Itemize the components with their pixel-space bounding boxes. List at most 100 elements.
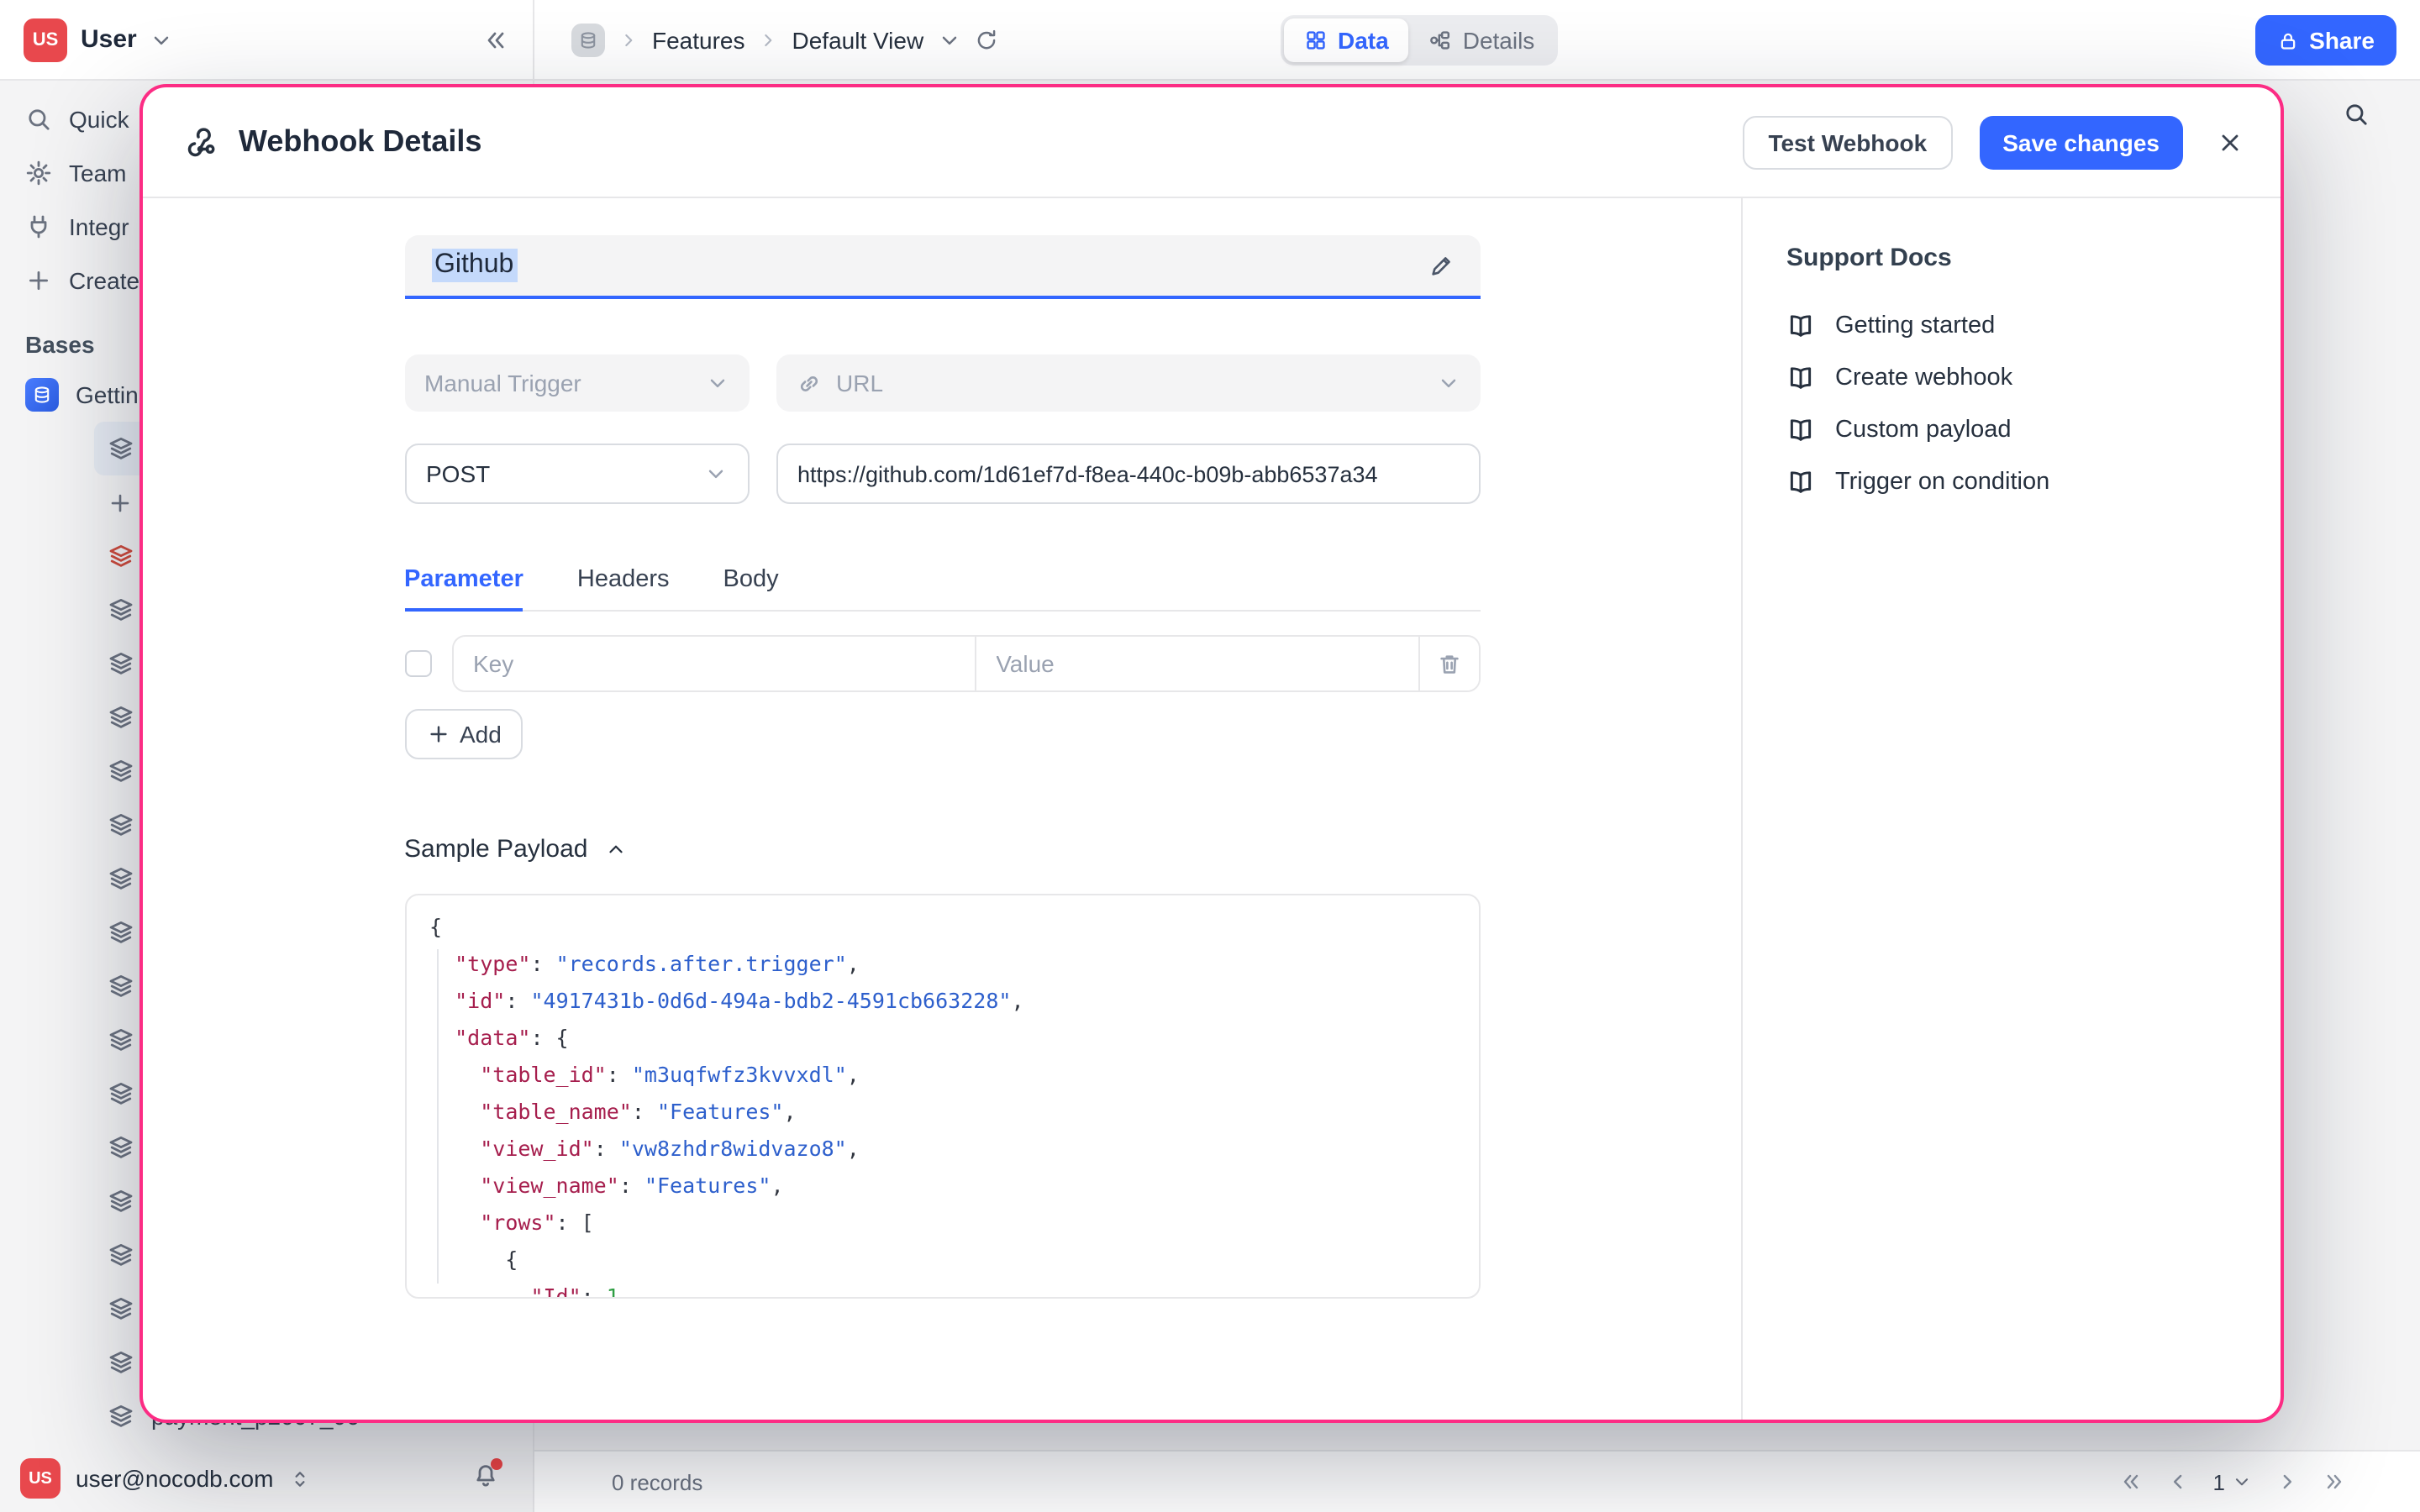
tab-parameter[interactable]: Parameter (404, 566, 523, 612)
url-type-select[interactable]: URL (776, 354, 1480, 412)
prev-page-icon[interactable] (2166, 1470, 2190, 1494)
chevron-right-icon (759, 29, 779, 50)
indent-guide (436, 949, 438, 1284)
tab-details[interactable]: Details (1409, 18, 1555, 62)
table-icon (108, 1349, 134, 1376)
payload-code: { "type": "records.after.trigger", "id":… (429, 909, 1478, 1299)
notifications-button[interactable] (472, 1461, 499, 1496)
tab-body[interactable]: Body (723, 566, 779, 612)
table-icon (108, 973, 134, 1000)
add-label: Add (460, 721, 502, 748)
close-modal-button[interactable] (2217, 129, 2244, 155)
chevron-right-icon (618, 29, 639, 50)
delete-row-button[interactable] (1418, 637, 1478, 690)
page-number: 1 (2213, 1469, 2225, 1494)
book-icon (1786, 415, 1815, 444)
chevron-up-icon (604, 838, 626, 860)
breadcrumb-view[interactable]: Default View (792, 26, 924, 53)
table-icon (108, 758, 134, 785)
chevron-down-icon (705, 371, 729, 395)
modal-title: Webhook Details (239, 124, 481, 160)
plug-icon (25, 213, 52, 240)
webhook-form: Github Manual Trigger URL (143, 198, 1741, 1420)
tab-data[interactable]: Data (1284, 18, 1409, 62)
sample-payload-label: Sample Payload (404, 835, 587, 864)
plus-icon (426, 722, 450, 746)
support-link-label: Custom payload (1835, 416, 2012, 443)
workspace-name: User (81, 25, 137, 54)
page-selector[interactable]: 1 (2213, 1469, 2252, 1494)
next-page-icon[interactable] (2275, 1470, 2299, 1494)
parameter-row (404, 635, 1480, 692)
notification-dot (491, 1457, 502, 1469)
support-docs-panel: Support Docs Getting startedCreate webho… (1741, 198, 2281, 1420)
database-icon (32, 385, 52, 405)
plus-icon (25, 267, 52, 294)
table-icon (108, 1242, 134, 1268)
first-page-icon[interactable] (2119, 1470, 2143, 1494)
gear-icon (25, 160, 52, 186)
search-icon (25, 106, 52, 133)
search-icon[interactable] (2343, 101, 2370, 128)
table-icon (108, 1295, 134, 1322)
sidebar-item-label: Quick (69, 106, 129, 133)
modal-body: Github Manual Trigger URL (143, 198, 2281, 1420)
breadcrumb-table[interactable]: Features (652, 26, 745, 53)
caret-sort-icon (288, 1467, 310, 1489)
share-button[interactable]: Share (2255, 15, 2396, 66)
view-mode-tabs: Data Details (1281, 15, 1558, 66)
topbar: US User Features Default View Data Detai… (0, 0, 2420, 81)
tab-label: Details (1463, 27, 1535, 54)
table-icon (108, 865, 134, 892)
plus-icon (108, 490, 133, 515)
support-link-label: Trigger on condition (1835, 468, 2049, 495)
account-row[interactable]: US user@nocodb.com (0, 1445, 533, 1512)
base-name: Gettin (76, 381, 139, 408)
add-parameter-button[interactable]: Add (404, 709, 523, 759)
save-changes-button[interactable]: Save changes (1979, 115, 2183, 169)
param-key-input[interactable] (453, 637, 976, 690)
table-icon (108, 1188, 134, 1215)
chevron-down-icon (1436, 371, 1460, 395)
table-icon (108, 543, 134, 570)
sidebar-item-label: Integr (69, 213, 129, 240)
method-select[interactable]: POST (404, 444, 749, 504)
trigger-select[interactable]: Manual Trigger (404, 354, 749, 412)
support-links: Getting startedCreate webhook Custom payl… (1786, 299, 2237, 507)
test-webhook-button[interactable]: Test Webhook (1743, 115, 1952, 169)
table-icon (108, 1080, 134, 1107)
url-type-value: URL (836, 370, 883, 396)
webhook-icon (183, 125, 217, 159)
webhook-name-value: Github (431, 249, 517, 282)
webhook-name-input[interactable]: Github (404, 235, 1480, 299)
workspace-switcher[interactable]: US User (0, 0, 534, 79)
collapse-sidebar-icon[interactable] (482, 26, 509, 53)
chevron-down-icon (2232, 1472, 2252, 1492)
trigger-value: Manual Trigger (424, 370, 581, 396)
table-icon (108, 435, 134, 462)
user-avatar: US (20, 1458, 60, 1499)
support-link-custom-payload[interactable]: Custom payload (1786, 403, 2237, 455)
tab-label: Data (1338, 27, 1389, 54)
link-icon (796, 370, 821, 396)
param-value-input[interactable] (976, 637, 1418, 690)
database-icon (578, 29, 598, 50)
last-page-icon[interactable] (2323, 1470, 2346, 1494)
chevron-down-icon[interactable] (937, 28, 960, 51)
refresh-icon[interactable] (974, 28, 997, 51)
book-icon (1786, 311, 1815, 339)
modal-actions: Test Webhook Save changes (1743, 115, 2244, 169)
support-link-getting-started[interactable]: Getting started (1786, 299, 2237, 351)
table-icon (108, 1134, 134, 1161)
support-link-create-webhook[interactable]: Create webhook (1786, 351, 2237, 403)
webhook-url-input[interactable] (776, 444, 1480, 504)
row-checkbox[interactable] (404, 650, 431, 677)
pencil-icon[interactable] (1428, 253, 1453, 278)
tab-headers[interactable]: Headers (577, 566, 670, 612)
sample-payload-toggle[interactable]: Sample Payload (404, 835, 1480, 864)
support-link-trigger-on-condition[interactable]: Trigger on condition (1786, 455, 2237, 507)
lock-icon (2277, 29, 2299, 51)
table-icon (108, 1026, 134, 1053)
trash-icon (1436, 651, 1461, 676)
support-docs-title: Support Docs (1786, 244, 2237, 272)
